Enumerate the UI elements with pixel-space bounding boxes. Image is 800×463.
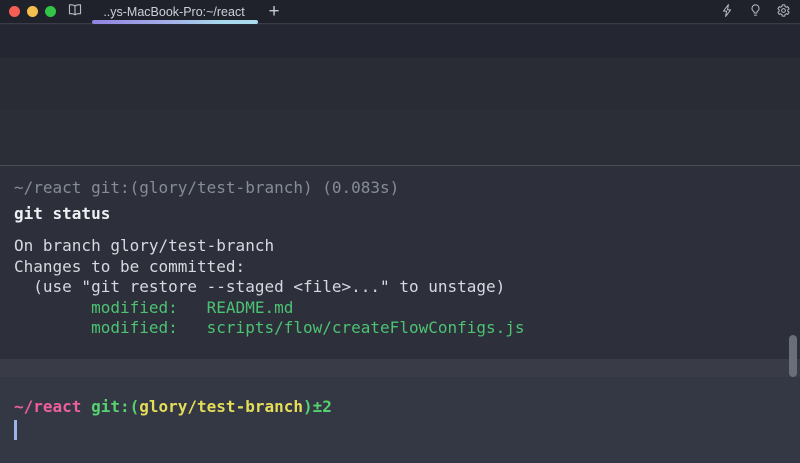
output-line: On branch glory/test-branch xyxy=(14,236,800,257)
scrollback-area xyxy=(0,58,800,110)
new-tab-button[interactable]: + xyxy=(263,1,285,23)
prompt-context-line: ~/react git:(glory/test-branch) (0.083s) xyxy=(14,178,800,199)
minimize-button[interactable] xyxy=(27,6,38,17)
lightning-icon xyxy=(720,3,735,22)
close-button[interactable] xyxy=(9,6,20,17)
settings-button[interactable] xyxy=(775,4,791,20)
scrollbar-thumb[interactable] xyxy=(789,335,797,377)
tab-title: ..ys-MacBook-Pro:~/react xyxy=(103,5,244,19)
prompt-git-branch: glory/test-branch xyxy=(139,397,303,416)
scrollback-area xyxy=(0,25,800,58)
bookmarks-button[interactable] xyxy=(65,3,85,22)
command-input-block[interactable]: ~/react git:(glory/test-branch)±2 xyxy=(0,377,800,463)
modified-file-line: modified: README.md xyxy=(14,298,800,319)
tips-button[interactable] xyxy=(747,4,763,20)
gear-icon xyxy=(776,3,791,22)
command-text: git status xyxy=(14,204,800,225)
output-line: (use "git restore --staged <file>..." to… xyxy=(14,277,800,298)
prompt-directory: ~/react xyxy=(14,397,81,416)
zoom-button[interactable] xyxy=(45,6,56,17)
lightbulb-icon xyxy=(748,3,763,22)
text-cursor xyxy=(14,420,17,440)
toolbar-right xyxy=(719,4,791,20)
shell-prompt: ~/react git:(glory/test-branch)±2 xyxy=(14,396,800,417)
output-line: Changes to be committed: xyxy=(14,257,800,278)
modified-file-line: modified: scripts/flow/createFlowConfigs… xyxy=(14,318,800,339)
prompt-git-open: git:( xyxy=(81,397,139,416)
tab-bar: ..ys-MacBook-Pro:~/react + xyxy=(0,0,800,24)
open-book-icon xyxy=(66,2,84,23)
traffic-lights xyxy=(9,6,56,17)
block-gap xyxy=(0,359,800,377)
prompt-git-status: )±2 xyxy=(303,397,332,416)
command-block: ~/react git:(glory/test-branch) (0.083s)… xyxy=(0,166,800,359)
active-tab-indicator xyxy=(92,20,258,24)
scrollback-area xyxy=(0,110,800,165)
quick-actions-button[interactable] xyxy=(719,4,735,20)
